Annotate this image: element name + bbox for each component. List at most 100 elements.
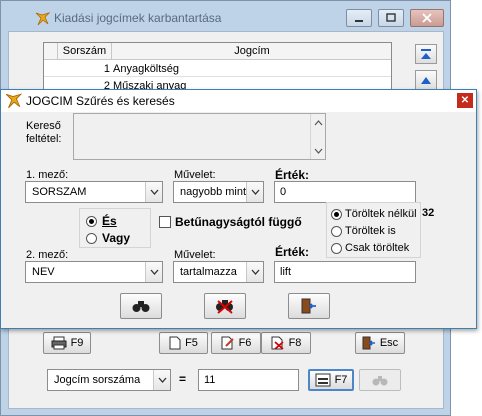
scroll-up-icon[interactable]: [314, 120, 323, 126]
exit-door-icon: [362, 336, 375, 350]
deleted-radio-group: Töröltek nélkül Töröltek is Csak törölte…: [326, 202, 421, 258]
print-shortcut: F9: [70, 337, 84, 349]
column-header-jogcim[interactable]: Jogcím: [112, 43, 391, 60]
and-radio[interactable]: [86, 216, 97, 227]
dialog-close-button[interactable]: ✕: [457, 93, 473, 108]
dialog-logo-icon: [5, 93, 22, 109]
field1-label: 1. mező:: [26, 169, 69, 181]
or-radio[interactable]: [86, 233, 97, 244]
or-label[interactable]: Vagy: [102, 231, 130, 245]
close-icon: [422, 13, 432, 23]
criteria-label-line2: feltétel:: [26, 133, 62, 145]
column-header-sorszam[interactable]: Sorszám: [58, 43, 112, 60]
logic-radio-group: És Vagy: [79, 208, 151, 248]
first-record-button[interactable]: [415, 44, 437, 64]
minimize-icon: [355, 20, 363, 22]
new-record-button[interactable]: F5: [159, 332, 208, 354]
printer-icon: [51, 336, 67, 350]
field1-select[interactable]: SORSZAM: [25, 181, 163, 203]
table-row[interactable]: 1 Anyagköltség: [44, 61, 391, 77]
op1-select[interactable]: nagyobb mint: [173, 181, 264, 203]
dialog-title: JOGCIM Szűrés és keresés: [26, 94, 175, 108]
print-button[interactable]: F9: [43, 332, 91, 354]
deleted-none-radio[interactable]: [331, 209, 342, 220]
criteria-scrollbar[interactable]: [310, 114, 325, 159]
close-icon: ✕: [460, 95, 470, 106]
field2-value: NEV: [32, 266, 55, 278]
exit-shortcut: Esc: [379, 337, 399, 349]
search-operator: =: [179, 372, 187, 386]
chevron-down-icon: [145, 182, 162, 202]
deleted-also-radio[interactable]: [331, 226, 342, 237]
edit-record-button[interactable]: F6: [211, 332, 261, 354]
new-document-icon: [169, 336, 181, 350]
deleted-only-radio[interactable]: [331, 243, 342, 254]
record-count: 32: [422, 207, 435, 219]
delete-record-button[interactable]: F8: [261, 332, 311, 354]
chevron-down-icon: [246, 262, 263, 282]
search-field-select[interactable]: Jogcím sorszáma: [47, 369, 171, 391]
search-field-value: Jogcím sorszáma: [54, 374, 141, 386]
chevron-down-icon: [153, 370, 170, 390]
op2-select[interactable]: tartalmazza: [173, 261, 264, 283]
first-record-icon: [421, 49, 431, 59]
close-button[interactable]: [410, 9, 444, 27]
maximize-icon: [386, 13, 396, 22]
main-window-title: Kiadási jogcímek karbantartása: [54, 11, 222, 25]
deleted-none-label[interactable]: Töröltek nélkül: [345, 208, 417, 220]
case-sensitive-label[interactable]: Betűnagyságtól függő: [175, 215, 302, 229]
edit-shortcut: F6: [238, 337, 252, 349]
maximize-button[interactable]: [378, 9, 404, 27]
op2-value: tartalmazza: [180, 266, 237, 278]
field2-label: 2. mező:: [26, 249, 69, 261]
app-logo-icon: [35, 12, 50, 26]
op1-label: Művelet:: [174, 169, 216, 181]
exit-button[interactable]: Esc: [355, 332, 405, 354]
field2-select[interactable]: NEV: [25, 261, 163, 283]
val1-label: Érték:: [275, 168, 310, 182]
chevron-down-icon: [145, 262, 162, 282]
op2-label: Művelet:: [174, 249, 216, 261]
search-button[interactable]: [120, 293, 162, 319]
binoculars-icon: [132, 301, 150, 312]
search-value-input[interactable]: 11: [198, 369, 299, 391]
filter-icon: [315, 373, 331, 387]
search-value-text: 11: [204, 374, 216, 386]
dialog-exit-button[interactable]: [288, 293, 330, 319]
val1-text: 0: [280, 186, 287, 198]
main-titlebar[interactable]: Kiadási jogcímek karbantartása: [1, 1, 450, 31]
filter-button[interactable]: F7: [308, 369, 354, 391]
deleted-also-label[interactable]: Töröltek is: [345, 225, 396, 237]
criteria-label-line1: Kereső: [26, 120, 61, 132]
binoculars-icon: [372, 376, 388, 386]
delete-document-icon: [271, 336, 284, 350]
edit-document-icon: [221, 336, 234, 350]
new-shortcut: F5: [185, 337, 198, 349]
filter-shortcut: F7: [334, 374, 348, 386]
and-label[interactable]: És: [102, 214, 117, 228]
val1-input[interactable]: 0: [274, 181, 416, 203]
exit-door-icon: [301, 298, 316, 314]
field1-value: SORSZAM: [32, 186, 87, 198]
previous-record-button[interactable]: [415, 70, 437, 90]
up-arrow-icon: [421, 77, 431, 84]
clear-binoculars-icon: [216, 300, 233, 314]
list-header-indicator: [44, 43, 58, 60]
val2-text: lift: [280, 266, 291, 278]
scroll-down-icon[interactable]: [314, 148, 323, 154]
val2-label: Érték:: [275, 245, 310, 259]
chevron-down-icon: [246, 182, 263, 202]
records-list[interactable]: Sorszám Jogcím 1 Anyagköltség 2 Műszaki …: [43, 42, 392, 96]
search-next-button[interactable]: [359, 369, 401, 391]
minimize-button[interactable]: [346, 9, 372, 27]
filter-dialog: JOGCIM Szűrés és keresés ✕ Kereső feltét…: [0, 89, 477, 329]
case-sensitive-checkbox[interactable]: [159, 216, 171, 228]
clear-search-button[interactable]: [204, 293, 246, 319]
op1-value: nagyobb mint: [180, 186, 247, 198]
val2-input[interactable]: lift: [274, 261, 416, 283]
row-name: Anyagköltség: [113, 63, 180, 75]
deleted-only-label[interactable]: Csak töröltek: [345, 242, 409, 254]
row-number: 1: [103, 63, 110, 75]
dialog-titlebar[interactable]: JOGCIM Szűrés és keresés ✕: [1, 90, 476, 112]
criteria-textarea[interactable]: [73, 113, 326, 160]
